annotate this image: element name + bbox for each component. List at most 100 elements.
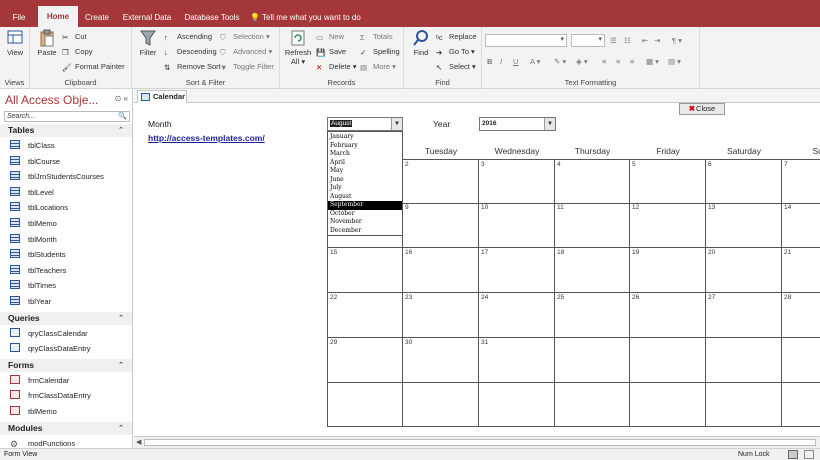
tab-file[interactable]: File [6, 8, 32, 27]
calendar-day-cell[interactable]: 20 [706, 248, 782, 293]
align-right-button[interactable]: ≡ [630, 55, 634, 68]
chevron-down-icon[interactable]: ▼ [544, 118, 555, 130]
calendar-day-cell[interactable] [479, 382, 555, 427]
calendar-day-cell[interactable] [782, 382, 820, 427]
nav-item-frmclassdataentry[interactable]: frmClassDataEntry [10, 389, 91, 403]
copy-button[interactable]: ❐ Copy [62, 45, 93, 58]
align-center-button[interactable]: ≡ [616, 55, 620, 68]
month-option-april[interactable]: April [328, 159, 402, 168]
month-option-june[interactable]: June [328, 176, 402, 185]
nav-item-tbltimes[interactable]: tblTimes [10, 279, 56, 293]
font-name-dropdown[interactable]: ▾ [485, 34, 567, 47]
refresh-all-button[interactable]: Refresh All ▾ [283, 29, 313, 66]
format-painter-button[interactable]: 🖌 Format Painter [62, 60, 125, 73]
new-record-button[interactable]: ▭ New [316, 30, 344, 43]
month-option-july[interactable]: July [328, 184, 402, 193]
tab-external-data[interactable]: External Data [118, 8, 176, 27]
calendar-day-cell[interactable] [630, 382, 706, 427]
nav-collapse-icon[interactable]: « [124, 94, 128, 103]
scroll-left-icon[interactable]: ◀ [136, 438, 141, 446]
italic-button[interactable]: I [500, 55, 502, 68]
calendar-day-cell[interactable]: 21 [782, 248, 820, 293]
calendar-day-cell[interactable]: 2 [403, 159, 479, 204]
calendar-day-cell[interactable]: 11 [555, 203, 630, 248]
nav-item-qryclassdataentry[interactable]: qryClassDataEntry [10, 342, 91, 356]
month-option-september[interactable]: September [328, 201, 402, 210]
remove-sort-button[interactable]: ⇅ Remove Sort [164, 60, 221, 73]
year-combobox[interactable]: 2016 ▼ [479, 117, 556, 131]
gridlines-button[interactable]: ▦ ▾ [646, 55, 659, 68]
scrollbar-thumb[interactable] [144, 439, 816, 446]
calendar-day-cell[interactable]: 9 [403, 203, 479, 248]
tell-me-search[interactable]: 💡 Tell me what you want to do [250, 8, 380, 27]
font-color-button[interactable]: A ▾ [530, 55, 540, 68]
calendar-day-cell[interactable] [630, 338, 706, 383]
calendar-day-cell[interactable]: 28 [782, 293, 820, 338]
nav-item-tbllevel[interactable]: tblLevel [10, 186, 54, 200]
calendar-day-cell[interactable]: 13 [706, 203, 782, 248]
nav-item-frmcalendar[interactable]: frmCalendar [10, 374, 69, 388]
month-option-november[interactable]: November [328, 218, 402, 227]
close-button[interactable]: ✖Close [679, 103, 725, 115]
nav-item-qryclasscalendar[interactable]: qryClassCalendar [10, 327, 88, 341]
calendar-day-cell[interactable]: 19 [630, 248, 706, 293]
alternate-row-color-button[interactable]: ▤ ▾ [668, 55, 681, 68]
calendar-day-cell[interactable]: 18 [555, 248, 630, 293]
calendar-day-cell[interactable] [327, 382, 403, 427]
nav-category-forms[interactable]: Forms ⌃ [0, 358, 132, 372]
calendar-day-cell[interactable] [706, 338, 782, 383]
chevron-down-icon[interactable]: ▼ [391, 118, 402, 130]
ascending-button[interactable]: ↑ Ascending [164, 30, 212, 43]
month-option-january[interactable]: January [328, 133, 402, 142]
toggle-filter-button[interactable]: ▼ Toggle Filter [220, 60, 274, 73]
calendar-day-cell[interactable]: 14 [782, 203, 820, 248]
calendar-day-cell[interactable] [706, 382, 782, 427]
numbering-button[interactable]: ☷ [624, 34, 631, 47]
nav-item-tblclass[interactable]: tblClass [10, 139, 55, 153]
month-option-march[interactable]: March [328, 150, 402, 159]
decrease-indent-button[interactable]: ⇤ [642, 34, 648, 47]
calendar-day-cell[interactable]: 4 [555, 159, 630, 204]
month-option-february[interactable]: February [328, 142, 402, 151]
tab-home[interactable]: Home [38, 6, 78, 27]
calendar-day-cell[interactable]: 24 [479, 293, 555, 338]
view-button[interactable]: View [3, 29, 27, 57]
tab-database-tools[interactable]: Database Tools [180, 8, 244, 27]
calendar-day-cell[interactable]: 6 [706, 159, 782, 204]
calendar-day-cell[interactable]: 23 [403, 293, 479, 338]
align-left-button[interactable]: ≡ [602, 55, 606, 68]
nav-item-tblmemo[interactable]: tblMemo [10, 217, 57, 231]
nav-item-tblcourse[interactable]: tblCourse [10, 155, 60, 169]
replace-button[interactable]: ᵇc Replace [436, 30, 477, 43]
delete-record-button[interactable]: ✕ Delete ▾ [316, 60, 357, 73]
nav-category-modules[interactable]: Modules ⌃ [0, 421, 132, 435]
calendar-day-cell[interactable]: 27 [706, 293, 782, 338]
calendar-day-cell[interactable]: 26 [630, 293, 706, 338]
calendar-day-cell[interactable]: 12 [630, 203, 706, 248]
more-button[interactable]: ▤ More ▾ [360, 60, 396, 73]
calendar-day-cell[interactable] [555, 338, 630, 383]
document-tab-calendar[interactable]: Calendar [137, 90, 187, 103]
nav-item-tblyear[interactable]: tblYear [10, 295, 51, 309]
nav-item-tblmonth[interactable]: tblMonth [10, 233, 57, 247]
horizontal-scrollbar[interactable]: ◀ [134, 436, 820, 448]
chevron-up-icon[interactable]: ⌃ [118, 359, 124, 372]
font-size-dropdown[interactable]: ▾ [571, 34, 605, 47]
month-option-august[interactable]: August [328, 193, 402, 202]
calendar-day-cell[interactable]: 30 [403, 338, 479, 383]
nav-pane-title[interactable]: All Access Obje... [5, 93, 98, 107]
calendar-day-cell[interactable]: 31 [479, 338, 555, 383]
find-button[interactable]: Find [408, 29, 434, 57]
filter-button[interactable]: Filter [135, 29, 161, 57]
month-combobox[interactable]: August ▼ [327, 117, 403, 131]
nav-category-queries[interactable]: Queries ⌃ [0, 311, 132, 325]
website-link[interactable]: http://access-templates.com/ [148, 133, 265, 143]
selection-button[interactable]: ⛉ Selection ▾ [220, 30, 270, 43]
calendar-day-cell[interactable]: 7 [782, 159, 820, 204]
month-option-october[interactable]: October [328, 210, 402, 219]
calendar-day-cell[interactable]: 16 [403, 248, 479, 293]
chevron-up-icon[interactable]: ⌃ [118, 124, 124, 137]
cut-button[interactable]: ✂ Cut [62, 30, 87, 43]
calendar-day-cell[interactable]: 22 [327, 293, 403, 338]
tab-create[interactable]: Create [80, 8, 114, 27]
